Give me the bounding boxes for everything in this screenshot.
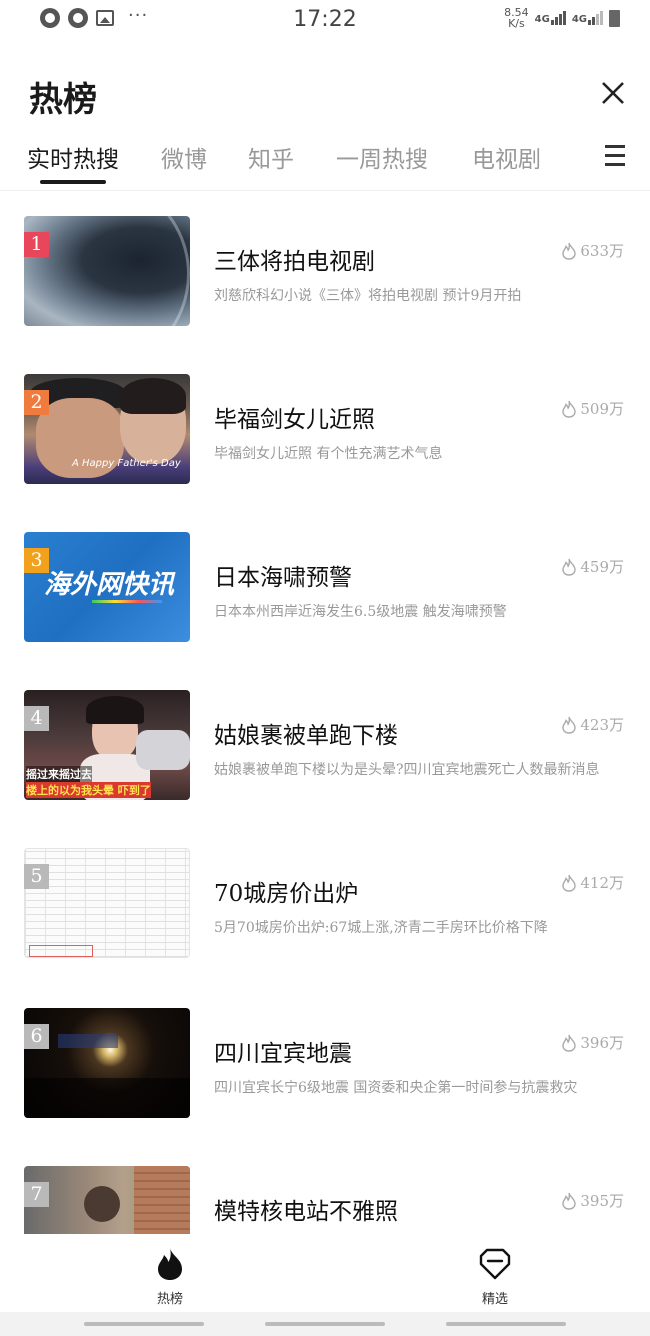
flame-icon bbox=[562, 242, 577, 260]
rank-badge: 5 bbox=[24, 864, 49, 889]
nav-hot-list[interactable]: 热榜 bbox=[130, 1246, 210, 1307]
network-speed: 8.54 K/s bbox=[504, 6, 529, 30]
divider bbox=[0, 190, 650, 191]
nav-featured[interactable]: 精选 bbox=[455, 1246, 535, 1307]
nav-label: 热榜 bbox=[156, 1292, 183, 1307]
menu-icon[interactable] bbox=[605, 145, 625, 167]
item-desc: 刘慈欣科幻小说《三体》将拍电视剧 预计9月开拍 bbox=[214, 288, 522, 304]
item-desc: 毕福剑女儿近照 有个性充满艺术气息 bbox=[214, 446, 443, 462]
rank-badge: 6 bbox=[24, 1024, 49, 1049]
flame-icon bbox=[562, 874, 577, 892]
battery-icon bbox=[609, 9, 620, 27]
item-desc: 姑娘裹被单跑下楼以为是头晕?四川宜宾地震死亡人数最新消息 bbox=[214, 762, 600, 778]
gesture-handle[interactable] bbox=[84, 1322, 204, 1326]
heat-count: 509万 bbox=[561, 398, 624, 419]
list-item[interactable]: 6 四川宜宾地震 四川宜宾长宁6级地震 国资委和央企第一时间参与抗震救灾 396… bbox=[0, 1008, 650, 1166]
item-title: 四川宜宾地震 bbox=[214, 1041, 352, 1067]
close-icon[interactable] bbox=[598, 78, 628, 108]
item-title: 姑娘裹被单跑下楼 bbox=[214, 723, 398, 749]
item-desc: 日本本州西岸近海发生6.5级地震 触发海啸预警 bbox=[214, 604, 507, 620]
heat-count: 395万 bbox=[561, 1190, 624, 1211]
list-item[interactable]: 海外网快讯 3 日本海啸预警 日本本州西岸近海发生6.5级地震 触发海啸预警 4… bbox=[0, 532, 650, 690]
heat-count: 396万 bbox=[561, 1032, 624, 1053]
rank-badge: 2 bbox=[24, 390, 49, 415]
heat-count: 633万 bbox=[561, 240, 624, 261]
flame-icon bbox=[562, 716, 577, 734]
gem-icon bbox=[479, 1248, 511, 1280]
list-item[interactable]: 1 三体将拍电视剧 刘慈欣科幻小说《三体》将拍电视剧 预计9月开拍 633万 bbox=[0, 216, 650, 374]
heat-count: 412万 bbox=[561, 872, 624, 893]
tab-realtime[interactable]: 实时热搜 bbox=[27, 140, 119, 174]
list-item[interactable]: A Happy Father's Day 2 毕福剑女儿近照 毕福剑女儿近照 有… bbox=[0, 374, 650, 532]
thumb-caption: 楼上的以为我头晕 吓到了 bbox=[26, 782, 151, 798]
thumb-caption: A Happy Father's Day bbox=[72, 458, 181, 469]
rank-badge: 1 bbox=[24, 232, 49, 257]
heat-count: 423万 bbox=[561, 714, 624, 735]
page-title: 热榜 bbox=[29, 80, 97, 120]
flame-icon bbox=[562, 400, 577, 418]
flame-icon bbox=[158, 1248, 182, 1280]
item-title: 70城房价出炉 bbox=[214, 881, 359, 907]
list-item[interactable]: 5 70城房价出炉 5月70城房价出炉:67城上涨,济青二手房环比价格下降 41… bbox=[0, 848, 650, 1006]
status-bar: ··· 17:22 8.54 K/s 4G 4G bbox=[0, 0, 650, 40]
tab-tv-drama[interactable]: 电视剧 bbox=[472, 140, 541, 174]
list-item[interactable]: 摇过来摇过去 楼上的以为我头晕 吓到了 4 姑娘裹被单跑下楼 姑娘裹被单跑下楼以… bbox=[0, 690, 650, 848]
tab-weibo[interactable]: 微博 bbox=[161, 140, 207, 174]
item-title: 毕福剑女儿近照 bbox=[214, 407, 375, 433]
gesture-bar bbox=[0, 1312, 650, 1336]
signal-icon: 4G bbox=[572, 11, 603, 25]
gesture-handle[interactable] bbox=[265, 1322, 385, 1326]
list-item[interactable]: 7 模特核电站不雅照 395万 bbox=[0, 1166, 650, 1234]
thumb-caption: 摇过来摇过去 bbox=[26, 766, 92, 782]
heat-count: 459万 bbox=[561, 556, 624, 577]
signal-icon: 4G bbox=[535, 11, 566, 25]
flame-icon bbox=[562, 558, 577, 576]
bottom-nav: 热榜 精选 bbox=[0, 1234, 650, 1312]
nav-label: 精选 bbox=[481, 1292, 508, 1307]
tab-zhihu[interactable]: 知乎 bbox=[248, 140, 294, 174]
item-title: 日本海啸预警 bbox=[214, 565, 352, 591]
item-desc: 四川宜宾长宁6级地震 国资委和央企第一时间参与抗震救灾 bbox=[214, 1080, 578, 1096]
thumb-caption: 海外网快讯 bbox=[44, 570, 175, 600]
flame-icon bbox=[562, 1192, 577, 1210]
tab-weekly[interactable]: 一周热搜 bbox=[336, 140, 428, 174]
gesture-handle[interactable] bbox=[446, 1322, 566, 1326]
item-title: 模特核电站不雅照 bbox=[214, 1199, 398, 1225]
item-title: 三体将拍电视剧 bbox=[214, 249, 375, 275]
flame-icon bbox=[562, 1034, 577, 1052]
rank-badge: 4 bbox=[24, 706, 49, 731]
status-icons-right: 8.54 K/s 4G 4G bbox=[504, 7, 620, 29]
rank-badge: 7 bbox=[24, 1182, 49, 1207]
rank-badge: 3 bbox=[24, 548, 49, 573]
active-tab-indicator bbox=[40, 180, 106, 184]
item-desc: 5月70城房价出炉:67城上涨,济青二手房环比价格下降 bbox=[214, 920, 548, 936]
